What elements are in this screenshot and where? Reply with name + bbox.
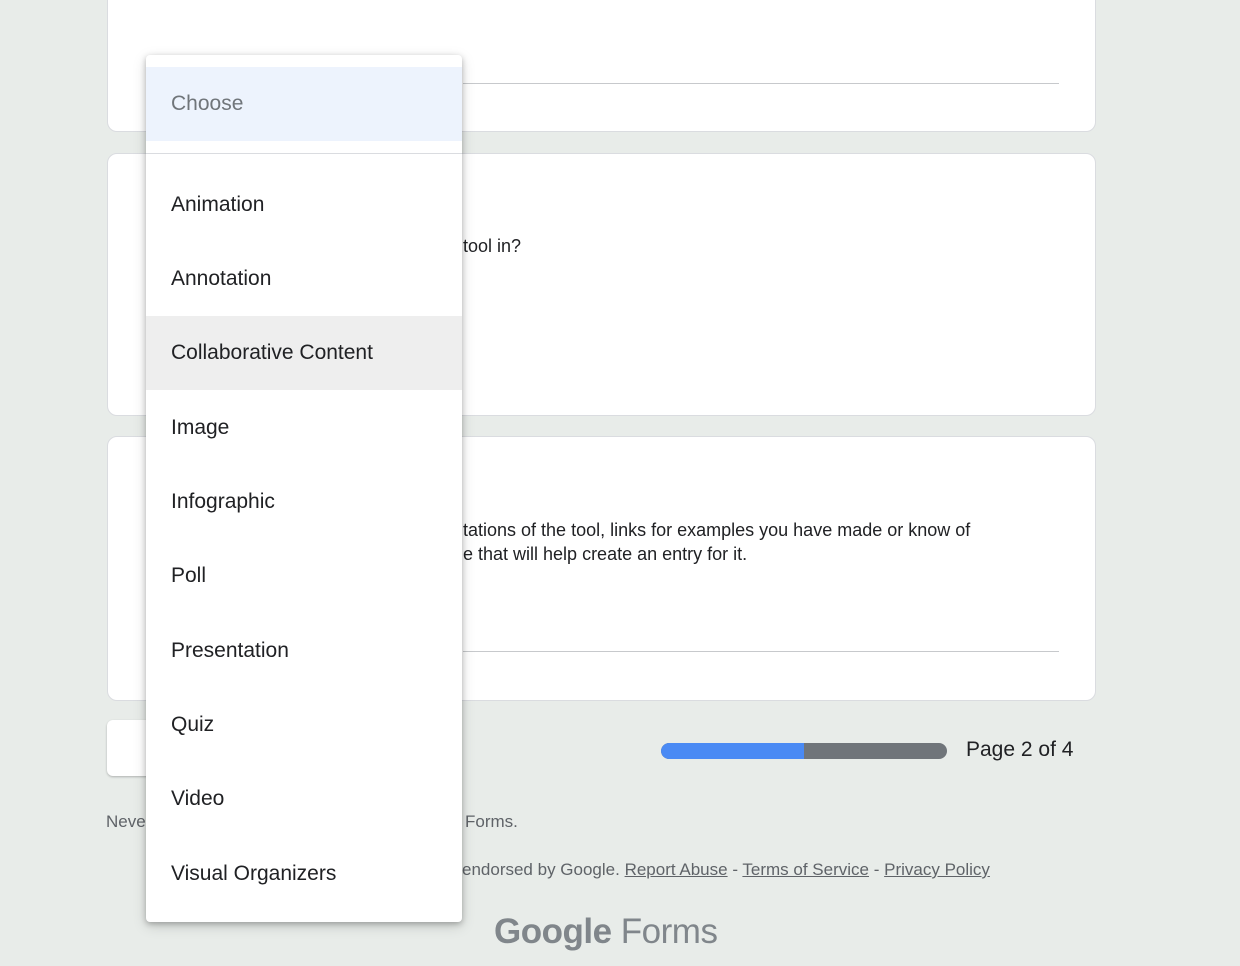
progress-bar bbox=[661, 743, 947, 759]
google-wordmark: Google bbox=[494, 912, 612, 951]
dropdown-option-presentation[interactable]: Presentation bbox=[146, 614, 462, 688]
question-text: tool in? bbox=[463, 236, 522, 256]
dropdown-option-visual-organizers[interactable]: Visual Organizers bbox=[146, 837, 462, 911]
dropdown-option-annotation[interactable]: Annotation bbox=[146, 242, 462, 316]
footer-disclaimer-start: Neve bbox=[106, 812, 146, 831]
dropdown-option-collaborative-content[interactable]: Collaborative Content bbox=[146, 316, 462, 390]
terms-of-service-link[interactable]: Terms of Service bbox=[742, 860, 869, 879]
google-forms-logo[interactable]: Google Forms bbox=[494, 912, 718, 952]
dropdown-option-video[interactable]: Video bbox=[146, 762, 462, 836]
dropdown-divider bbox=[146, 153, 462, 154]
page-indicator: Page 2 of 4 bbox=[966, 738, 1074, 761]
forms-wordmark: Forms bbox=[620, 912, 718, 951]
dropdown-option-quiz[interactable]: Quiz bbox=[146, 688, 462, 762]
answer-underline bbox=[463, 651, 1059, 652]
question-description-line1: tations of the tool, links for examples … bbox=[463, 520, 971, 540]
privacy-policy-link[interactable]: Privacy Policy bbox=[884, 860, 990, 879]
footer-legal: endorsed by Google. Report Abuse - Terms… bbox=[462, 860, 990, 880]
dropdown-option-choose[interactable]: Choose bbox=[146, 67, 462, 141]
dropdown-menu[interactable]: Choose Animation Annotation Collaborativ… bbox=[146, 55, 462, 922]
report-abuse-link[interactable]: Report Abuse bbox=[625, 860, 728, 879]
footer-endorsed-text: endorsed by Google. bbox=[462, 860, 620, 879]
dropdown-option-animation[interactable]: Animation bbox=[146, 168, 462, 242]
footer-separator: - bbox=[869, 860, 885, 879]
dropdown-option-image[interactable]: Image bbox=[146, 391, 462, 465]
answer-underline bbox=[463, 83, 1059, 84]
footer-separator: - bbox=[727, 860, 743, 879]
progress-bar-fill bbox=[661, 743, 804, 759]
dropdown-option-poll[interactable]: Poll bbox=[146, 539, 462, 613]
footer-disclaimer-end: Forms. bbox=[465, 812, 518, 831]
dropdown-option-infographic[interactable]: Infographic bbox=[146, 465, 462, 539]
question-description-line2: e that will help create an entry for it. bbox=[463, 544, 748, 564]
